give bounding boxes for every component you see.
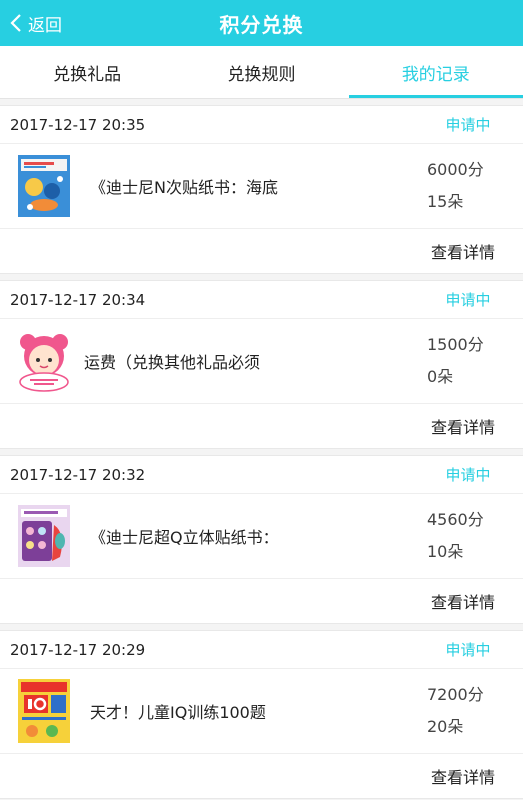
points-info: 1500分 0朵 xyxy=(427,329,523,393)
record-footer: 查看详情 xyxy=(0,229,523,273)
record-footer: 查看详情 xyxy=(0,754,523,798)
status-badge: 申请中 xyxy=(445,116,491,134)
record-footer: 查看详情 xyxy=(0,404,523,448)
points-value: 6000分 xyxy=(427,160,484,179)
chevron-left-icon xyxy=(4,0,28,46)
record-header: 2017-12-17 20:34 申请中 xyxy=(0,281,523,319)
record-card: 2017-12-17 20:34 申请中 运费（兑换其他礼品必须 1500分 0… xyxy=(0,280,523,449)
top-bar: 返回 积分兑换 xyxy=(0,0,523,46)
points-value: 1500分 xyxy=(427,335,484,354)
status-badge: 申请中 xyxy=(445,641,491,659)
flowers-value: 20朵 xyxy=(427,717,464,736)
record-footer: 查看详情 xyxy=(0,579,523,623)
status-badge: 申请中 xyxy=(445,291,491,309)
record-date: 2017-12-17 20:34 xyxy=(10,290,146,309)
back-label: 返回 xyxy=(28,15,62,36)
view-details-button[interactable]: 查看详情 xyxy=(431,239,495,263)
flowers-value: 0朵 xyxy=(427,367,454,386)
back-button[interactable]: 返回 xyxy=(4,0,84,46)
record-card: 2017-12-17 20:32 申请中 《迪士尼超Q立体贴纸书： 4560分 … xyxy=(0,455,523,624)
record-header: 2017-12-17 20:32 申请中 xyxy=(0,456,523,494)
record-item[interactable]: 《迪士尼N次贴纸书：海底 6000分 15朵 xyxy=(0,144,523,229)
page-title: 积分兑换 xyxy=(219,12,304,37)
tab-exchange-gifts[interactable]: 兑换礼品 xyxy=(0,46,174,98)
product-name: 《迪士尼超Q立体贴纸书： xyxy=(90,528,279,547)
flowers-value: 15朵 xyxy=(427,192,464,211)
record-date: 2017-12-17 20:29 xyxy=(10,640,146,659)
book-cover-sea-icon xyxy=(14,154,74,218)
flowers-value: 10朵 xyxy=(427,542,464,561)
view-details-button[interactable]: 查看详情 xyxy=(431,589,495,613)
record-header: 2017-12-17 20:35 申请中 xyxy=(0,106,523,144)
record-item[interactable]: 《迪士尼超Q立体贴纸书： 4560分 10朵 xyxy=(0,494,523,579)
points-info: 6000分 15朵 xyxy=(427,154,523,218)
tab-my-records[interactable]: 我的记录 xyxy=(348,46,523,98)
product-name: 《迪士尼N次贴纸书：海底 xyxy=(90,178,278,197)
product-name: 运费（兑换其他礼品必须 xyxy=(84,353,261,372)
points-info: 4560分 10朵 xyxy=(427,504,523,568)
record-date: 2017-12-17 20:35 xyxy=(10,115,146,134)
record-list: 2017-12-17 20:35 申请中 《迪士尼N次贴纸书：海底 6000分 … xyxy=(0,105,523,799)
record-item[interactable]: 运费（兑换其他礼品必须 1500分 0朵 xyxy=(0,319,523,404)
record-item[interactable]: 天才！儿童IQ训练100题 7200分 20朵 xyxy=(0,669,523,754)
record-date: 2017-12-17 20:32 xyxy=(10,465,146,484)
view-details-button[interactable]: 查看详情 xyxy=(431,414,495,438)
tab-bar: 兑换礼品 兑换规则 我的记录 xyxy=(0,46,523,99)
product-name: 天才！儿童IQ训练100题 xyxy=(90,703,266,722)
shipping-character-icon xyxy=(14,329,74,393)
points-info: 7200分 20朵 xyxy=(427,679,523,743)
record-header: 2017-12-17 20:29 申请中 xyxy=(0,631,523,669)
points-value: 4560分 xyxy=(427,510,484,529)
record-card: 2017-12-17 20:29 申请中 天才！儿童IQ训练100题 7200分… xyxy=(0,630,523,799)
book-cover-iq-icon xyxy=(14,679,74,743)
view-details-button[interactable]: 查看详情 xyxy=(431,764,495,788)
points-value: 7200分 xyxy=(427,685,484,704)
tab-exchange-rules[interactable]: 兑换规则 xyxy=(174,46,348,98)
status-badge: 申请中 xyxy=(445,466,491,484)
book-cover-princess-icon xyxy=(14,504,74,568)
record-card: 2017-12-17 20:35 申请中 《迪士尼N次贴纸书：海底 6000分 … xyxy=(0,105,523,274)
